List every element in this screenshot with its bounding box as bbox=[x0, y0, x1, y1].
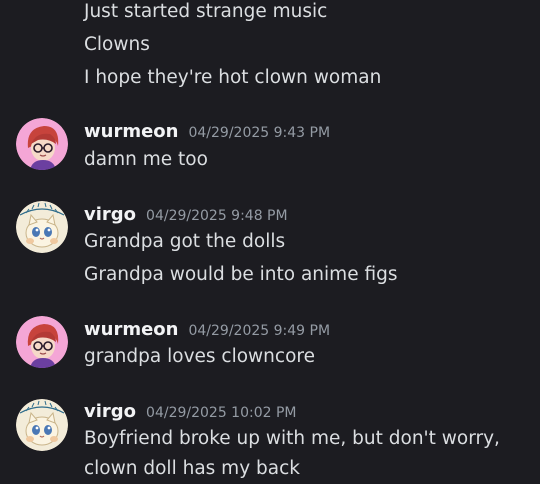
timestamp: 04/29/2025 9:49 PM bbox=[188, 323, 331, 339]
avatar[interactable] bbox=[16, 316, 68, 368]
avatar[interactable] bbox=[16, 201, 68, 253]
message-text: grandpa loves clowncore bbox=[84, 346, 315, 367]
timestamp: 04/29/2025 10:02 PM bbox=[146, 405, 297, 421]
username[interactable]: wurmeon bbox=[84, 121, 178, 142]
message-text: Boyfriend broke up with me, but don't wo… bbox=[84, 428, 500, 449]
message-feed: Just started strange music Clowns I hope… bbox=[0, 0, 540, 484]
message-header: virgo 04/29/2025 10:02 PM bbox=[84, 400, 297, 425]
message-text: Just started strange music bbox=[84, 1, 328, 22]
pink-haired-girl-avatar-icon bbox=[16, 316, 68, 368]
pink-haired-girl-avatar-icon bbox=[16, 118, 68, 170]
username[interactable]: wurmeon bbox=[84, 319, 178, 340]
message-text: I hope they're hot clown woman bbox=[84, 67, 382, 88]
message-text: Grandpa got the dolls bbox=[84, 231, 286, 252]
message-header: wurmeon 04/29/2025 9:49 PM bbox=[84, 318, 330, 343]
avatar[interactable] bbox=[16, 118, 68, 170]
message-text: damn me too bbox=[84, 149, 208, 170]
timestamp: 04/29/2025 9:43 PM bbox=[188, 125, 331, 141]
message-header: virgo 04/29/2025 9:48 PM bbox=[84, 203, 288, 228]
username[interactable]: virgo bbox=[84, 204, 136, 225]
username[interactable]: virgo bbox=[84, 401, 136, 422]
message-text: clown doll has my back bbox=[84, 458, 300, 479]
message-text: Clowns bbox=[84, 34, 150, 55]
cream-cat-avatar-icon bbox=[16, 399, 68, 451]
timestamp: 04/29/2025 9:48 PM bbox=[146, 208, 288, 224]
avatar[interactable] bbox=[16, 399, 68, 451]
cream-cat-avatar-icon bbox=[16, 201, 68, 253]
message-header: wurmeon 04/29/2025 9:43 PM bbox=[84, 120, 330, 145]
message-text: Grandpa would be into anime figs bbox=[84, 264, 398, 285]
